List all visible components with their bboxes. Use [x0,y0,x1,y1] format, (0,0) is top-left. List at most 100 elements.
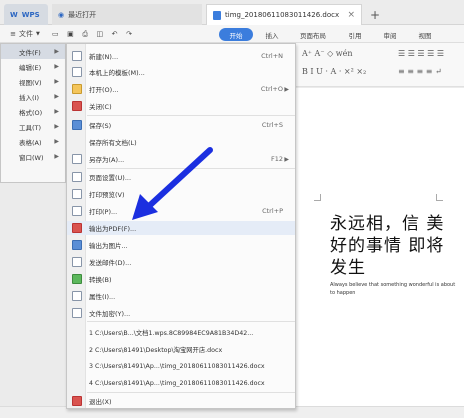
ribbon-tab-page-layout[interactable]: 页面布局 [295,28,331,41]
tab-document[interactable]: timg_20180611083011426.docx × [206,4,362,25]
menu-item-shortcut: Ctrl+O [260,85,283,93]
menu-item-label: 保存所有文档(L) [89,139,137,147]
menu-item-encrypt[interactable]: 文件加密(Y)... [67,306,295,320]
ribbon-tab-view[interactable]: 视图 [416,28,434,41]
submenu-view-label: 视图(V) [19,78,42,87]
chevron-right-icon: ▶ [54,123,59,130]
page-setup-icon [72,172,82,182]
tab-bar: W WPS ◉ 最近打开 timg_20180611083011426.docx… [0,0,464,25]
menu-item-label: 页面设置(U)... [89,174,132,182]
document-subtitle: Always believe that something wonderful … [330,282,456,296]
submenu-window[interactable]: 窗口(W) ▶ [1,149,65,164]
submenu-format-label: 格式(O) [19,108,43,117]
chevron-right-icon: ▶ [54,153,59,160]
ribbon-tab-start[interactable]: 开始 [219,28,253,41]
ribbon-tab-review[interactable]: 审阅 [381,28,399,41]
template-icon [72,67,82,77]
document-icon [213,10,221,20]
menu-icon: ≡ [10,30,16,38]
close-tab-icon[interactable]: × [347,10,355,20]
ribbon-tab-insert[interactable]: 插入 [262,28,282,41]
menu-item-save[interactable]: 保存(S) Ctrl+S [67,118,295,132]
menu-item-page-setup[interactable]: 页面设置(U)... [67,170,295,184]
undo-icon[interactable]: ↶ [112,30,118,38]
pdf-export-icon [72,223,82,233]
tab-wps-home[interactable]: W WPS [4,4,48,25]
menu-item-open[interactable]: 打开(O)... Ctrl+O ▶ [67,82,295,96]
recent-file-4[interactable]: 4 C:\Users\81491\Ap...\timg_201806110830… [89,376,265,390]
menu-item-print-preview[interactable]: 打印预览(V) [67,187,295,201]
save-icon [72,120,82,130]
menu-item-new[interactable]: 新建(N)... Ctrl+N [67,49,295,63]
chevron-right-icon: ▶ [54,138,59,145]
file-menu-dropdown: 新建(N)... Ctrl+N 本机上的模板(M)... 打开(O)... Ctrl… [66,43,296,409]
font-size-controls[interactable]: A⁺ A⁻ ◇ wén [302,49,353,58]
ribbon-tab-references[interactable]: 引用 [346,28,364,41]
new-tab-button[interactable]: + [366,4,384,25]
menu-item-save-as[interactable]: 另存为(A)... F12 ▶ [67,152,295,166]
recent-file-2[interactable]: 2 C:\Users\81491\Desktop\淘宝网开店.docx [89,342,222,356]
print-icon[interactable]: ⎙ [82,30,88,39]
menu-item-send-mail[interactable]: 发送邮件(D)... [67,255,295,269]
wps-logo-icon: W [10,10,18,19]
recent-file-3[interactable]: 3 C:\Users\81491\Ap...\timg_201806110830… [89,359,265,373]
quick-toolbar: ≡ 文件 ▼ ▭ ▣ ⎙ ◫ ↶ ↷ 开始 插入 页面布局 引用 审阅 视图 [0,25,464,43]
submenu-edit-label: 编辑(E) [19,63,42,72]
print-icon [72,206,82,216]
chevron-right-icon: ▶ [54,48,59,55]
tab-recent[interactable]: ◉ 最近打开 [52,4,202,25]
text-style-controls[interactable]: B I U · A · ×² ×₂ [302,67,366,76]
document-heading: 永远相，信 美好的事情 即将发生 [330,214,445,278]
file-menu-button[interactable]: ≡ 文件 ▼ [4,27,46,41]
menu-item-label: 发送邮件(D)... [89,259,132,267]
redo-icon[interactable]: ↷ [126,30,132,38]
print-preview-icon [72,189,82,199]
menu-item-label: 保存(S) [89,122,112,130]
submenu-table-label: 表格(A) [19,138,42,147]
menu-item-label: 输出为PDF(F)... [89,225,137,233]
menu-item-label: 另存为(A)... [89,156,125,164]
submenu-insert[interactable]: 插入(I) ▶ [1,89,65,104]
chevron-right-icon: ▶ [54,93,59,100]
menu-item-properties[interactable]: 属性(I)... [67,289,295,303]
menu-item-save-all[interactable]: 保存所有文档(L) [67,135,295,149]
submenu-file-label: 文件(F) [19,48,41,57]
submenu-tools[interactable]: 工具(T) ▶ [1,119,65,134]
menu-item-close[interactable]: 关闭(C) [67,99,295,113]
menu-separator [87,321,295,322]
menu-item-label: 打开(O)... [89,86,119,94]
submenu-insert-label: 插入(I) [19,93,39,102]
open-folder-icon [72,84,82,94]
exit-icon [72,396,82,406]
menu-item-label: 关闭(C) [89,103,112,111]
submenu-tools-label: 工具(T) [19,123,42,132]
alignment-controls[interactable]: ≡ ≡ ≡ ≡ ↵ [398,67,442,76]
menu-item-print[interactable]: 打印(P)... Ctrl+P [67,204,295,218]
submenu-edit[interactable]: 编辑(E) ▶ [1,59,65,74]
menu-item-shortcut: F12 [270,155,283,163]
open-icon[interactable]: ▭ [52,30,59,38]
save-icon[interactable]: ▣ [67,30,74,38]
menu-separator [87,115,295,116]
crop-mark [436,194,443,201]
menu-item-label: 打印预览(V) [89,191,125,199]
image-export-icon [72,240,82,250]
close-document-icon [72,101,82,111]
submenu-view[interactable]: 视图(V) ▶ [1,74,65,89]
menu-item-export-image[interactable]: 输出为图片... [67,238,295,252]
menu-item-label: 文件加密(Y)... [89,310,131,318]
new-document-icon [72,51,82,61]
submenu-file[interactable]: 文件(F) ▶ [1,44,65,59]
menu-item-export-pdf[interactable]: 输出为PDF(F)... [67,221,295,235]
quick-access-icons: ▭ ▣ ⎙ ◫ ↶ ↷ [52,27,132,41]
chevron-right-icon: ▶ [284,155,289,163]
menu-item-exit[interactable]: 退出(X) [67,394,295,408]
submenu-window-label: 窗口(W) [19,153,44,162]
menu-item-convert[interactable]: 转换(B) [67,272,295,286]
submenu-format[interactable]: 格式(O) ▶ [1,104,65,119]
menu-item-local-template[interactable]: 本机上的模板(M)... [67,65,295,79]
recent-file-1[interactable]: 1 C:\Users\B...\文档1.wps.8C89984EC9A81B34… [89,325,253,339]
paragraph-controls[interactable]: ☰ ☰ ☰ ☰ ☰ [398,49,444,58]
preview-icon[interactable]: ◫ [97,30,104,38]
submenu-table[interactable]: 表格(A) ▶ [1,134,65,149]
